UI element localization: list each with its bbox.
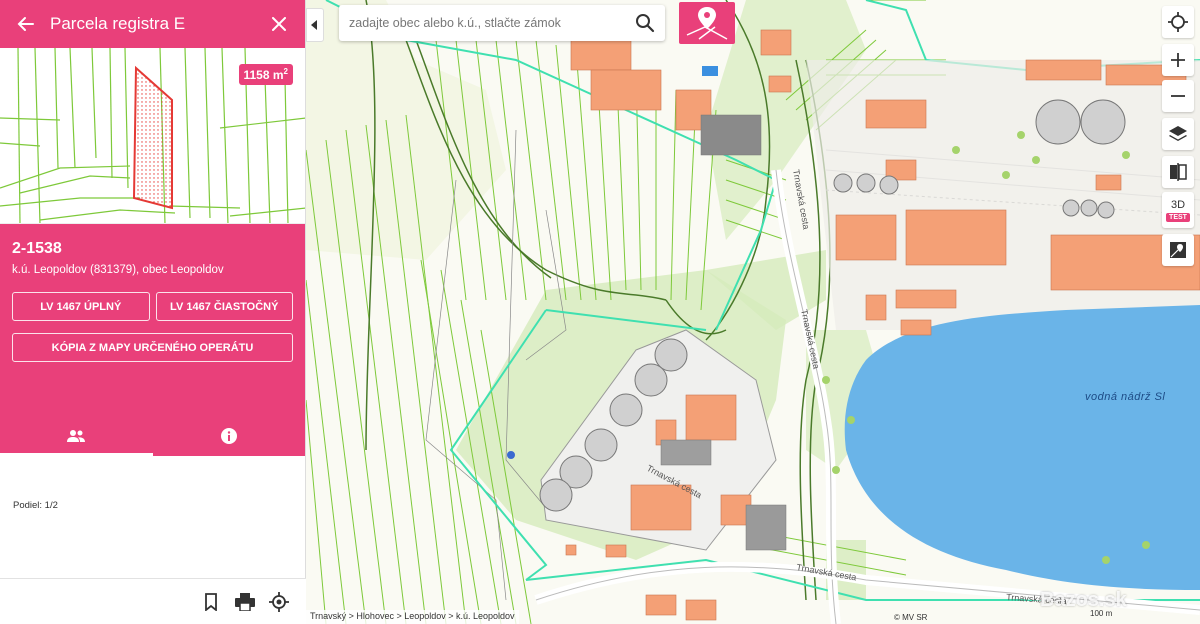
lv-partial-button[interactable]: LV 1467 ČIASTOČNÝ [155,292,293,321]
close-button[interactable] [265,10,293,38]
map-pin-button[interactable] [1162,234,1194,266]
map-controls: 3D TEST [1162,6,1194,266]
panel-tabs [0,416,305,456]
road-label: Trnavská cesta [791,169,811,231]
panel-footer [0,578,306,624]
panel-header: Parcela registra E [0,0,305,48]
share-text: Podiel: 1/2 [13,500,58,511]
panel-title: Parcela registra E [50,14,186,33]
copyright: © MV SR [894,613,928,622]
compare-icon [1170,163,1187,181]
tab-owners[interactable] [0,416,153,456]
minus-icon [1171,95,1185,97]
search-box [339,5,665,41]
map-marker-button[interactable] [679,2,735,44]
location-breadcrumb: Trnavský > Hlohovec > Leopoldov > k.ú. L… [306,610,519,624]
chevron-left-icon [311,20,317,30]
locate-parcel-button[interactable] [268,591,290,613]
close-icon [272,17,286,31]
search-input[interactable] [349,16,635,30]
parcel-info: 2-1538 k.ú. Leopoldov (831379), obec Leo… [0,224,305,416]
parcel-panel: Parcela registra E 1158 m2 2-1538 k.ú. L… [0,0,306,624]
bookmark-button[interactable] [200,591,222,613]
parcel-location: k.ú. Leopoldov (831379), obec Leopoldov [12,264,224,276]
area-value: 1158 m [243,68,284,82]
parcel-number: 2-1538 [12,240,62,257]
zoom-out-button[interactable] [1162,80,1194,112]
layers-button[interactable] [1162,118,1194,150]
map-pin-icon [1170,242,1186,258]
lake-label: vodná nádrž Sl [1085,391,1166,403]
zoom-in-button[interactable] [1162,44,1194,76]
people-icon [67,430,86,442]
map-canvas[interactable]: Trnavská cesta Trnavská cesta Trnavská c… [306,0,1200,624]
compare-button[interactable] [1162,156,1194,188]
test-badge: TEST [1166,212,1190,222]
bookmark-icon [205,592,217,611]
scale-bar: 100 m [1090,609,1113,618]
tab-content: Podiel: 1/2 [0,456,305,525]
area-badge: 1158 m2 [238,64,293,85]
print-button[interactable] [234,591,256,613]
plus-icon [1171,53,1185,67]
crosshair-icon [1168,12,1188,32]
back-button[interactable] [12,10,40,38]
map-marker-icon [686,7,728,40]
lv-full-button[interactable]: LV 1467 ÚPLNÝ [12,292,150,321]
area-unit-exponent: 2 [283,67,288,76]
map-layer: Trnavská cesta Trnavská cesta Trnavská c… [306,0,1200,624]
layers-icon [1169,126,1187,141]
collapse-panel-button[interactable] [306,8,324,42]
arrow-left-icon [17,17,34,31]
map-copy-button[interactable]: KÓPIA Z MAPY URČENÉHO OPERÁTU [12,333,293,362]
info-icon [220,428,237,444]
print-icon [235,592,255,611]
tab-info[interactable] [153,416,306,456]
search-icon[interactable] [635,13,655,33]
3d-button[interactable]: 3D TEST [1162,192,1194,228]
parcel-preview-map: 1158 m2 [0,48,305,224]
crosshair-icon [269,591,289,612]
lv-buttons: LV 1467 ÚPLNÝ LV 1467 ČIASTOČNÝ [12,292,293,321]
watermark: Bazos.sk [1040,589,1127,611]
locate-button[interactable] [1162,6,1194,38]
3d-label: 3D [1170,198,1186,211]
